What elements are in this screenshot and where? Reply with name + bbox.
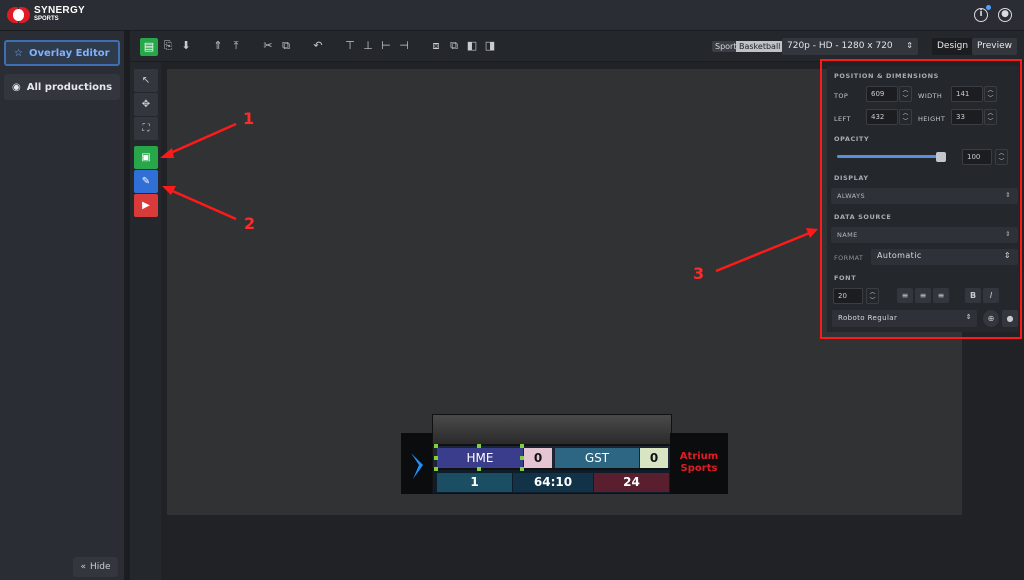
annotation-label-2: 2: [244, 214, 256, 233]
annotation-label-1: 1: [243, 109, 255, 128]
annotation-arrows: [160, 122, 818, 273]
annotation-label-3: 3: [693, 264, 705, 283]
